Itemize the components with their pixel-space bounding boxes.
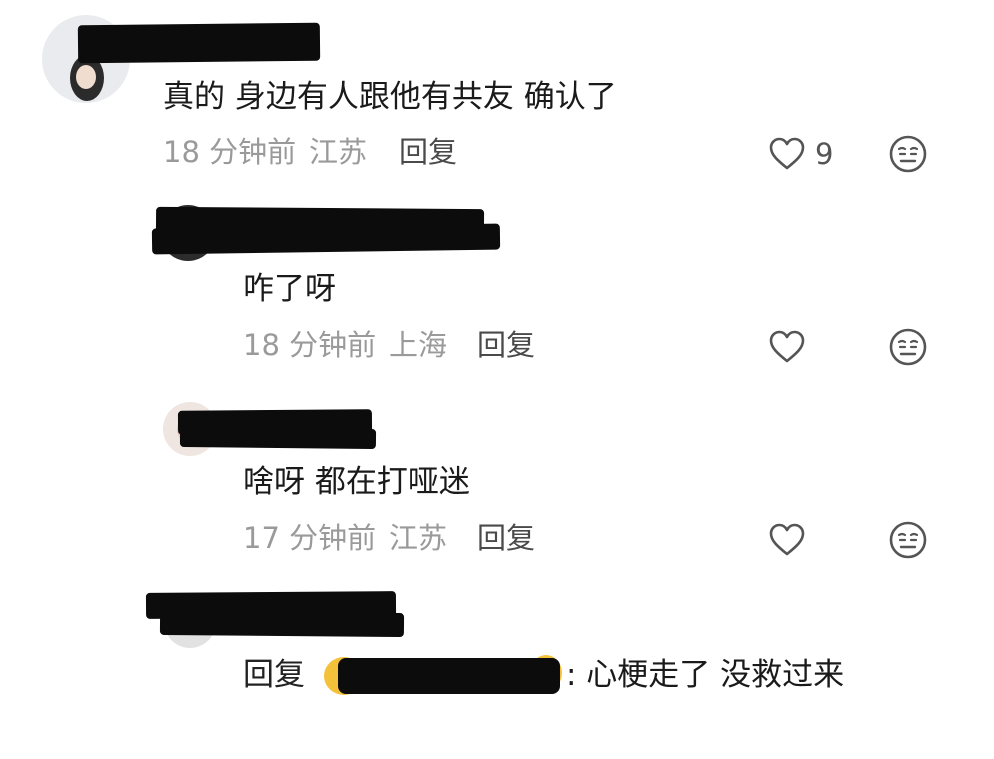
comment-text: 啥呀 都在打哑迷	[243, 464, 470, 500]
heart-outline-icon[interactable]	[768, 329, 806, 365]
comment-time: 18 分钟前	[243, 328, 377, 362]
comment-text: : 心梗走了 没救过来	[566, 657, 845, 693]
comment-time: 18 分钟前	[163, 135, 297, 169]
comment-location: 江苏	[389, 521, 448, 555]
reply-button[interactable]: 回复	[477, 331, 535, 360]
neutral-face-icon[interactable]	[888, 520, 928, 560]
like-count: 9	[815, 137, 834, 171]
username-redacted	[151, 223, 501, 255]
username-redacted	[179, 426, 377, 450]
neutral-face-icon[interactable]	[888, 327, 928, 367]
username-redacted	[77, 22, 321, 64]
heart-outline-icon[interactable]	[768, 522, 806, 558]
neutral-face-icon[interactable]	[888, 134, 928, 174]
reply-button[interactable]: 回复	[399, 138, 457, 167]
username-redacted	[159, 610, 405, 638]
comment-time: 17 分钟前	[243, 521, 377, 555]
comment-text: 真的 身边有人跟他有共友 确认了	[163, 79, 617, 115]
comment-location: 江苏	[309, 135, 368, 169]
comment-location: 上海	[389, 328, 448, 362]
reply-prefix: 回复	[243, 657, 305, 693]
heart-outline-icon[interactable]	[768, 136, 806, 172]
comment-text: 咋了呀	[243, 271, 336, 307]
reply-button[interactable]: 回复	[477, 524, 535, 553]
mentioned-user-redacted[interactable]	[338, 658, 560, 694]
